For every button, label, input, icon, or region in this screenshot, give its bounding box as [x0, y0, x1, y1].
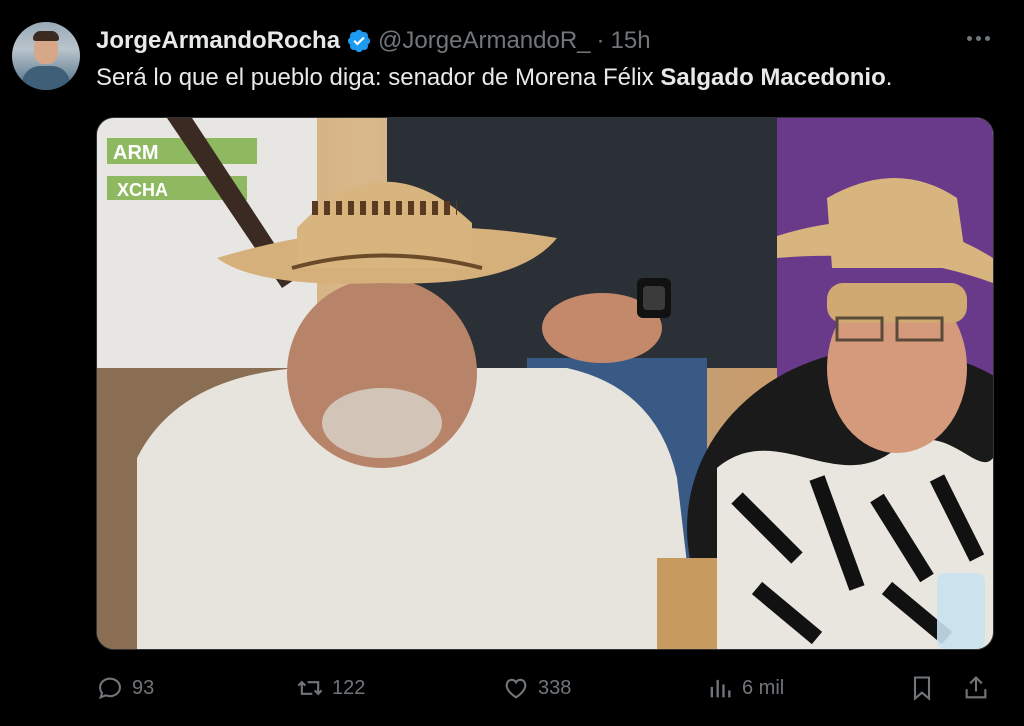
- more-dot: [985, 36, 990, 41]
- bookmark-icon: [913, 676, 931, 701]
- reply-count: 93: [132, 676, 155, 699]
- bookmark-button[interactable]: [908, 668, 936, 708]
- timestamp[interactable]: 15h: [611, 27, 651, 55]
- separator-dot: ·: [596, 27, 605, 54]
- avatar-hair: [33, 31, 59, 41]
- display-name[interactable]: JorgeArmandoRocha: [96, 27, 340, 55]
- share-icon: [965, 676, 987, 699]
- shirt-text-2: XCHA: [117, 180, 168, 200]
- retweet-icon: [297, 680, 323, 696]
- action-bar: 93 122 338 6 mil: [96, 668, 996, 708]
- retweet-button[interactable]: 122: [296, 668, 365, 708]
- share-button[interactable]: [962, 668, 990, 708]
- reply-button[interactable]: 93: [96, 668, 154, 708]
- tweet-text-end: .: [885, 64, 893, 91]
- tweet-card[interactable]: JorgeArmandoRocha @JorgeArmandoR_ · 15h …: [0, 0, 1024, 726]
- like-count: 338: [538, 676, 572, 699]
- handle[interactable]: @JorgeArmandoR_: [378, 27, 590, 55]
- tweet-text: Será lo que el pueblo diga: senador de M…: [96, 64, 892, 92]
- tweet-header: JorgeArmandoRocha @JorgeArmandoR_ · 15h: [96, 26, 651, 56]
- retweet-count: 122: [332, 676, 366, 699]
- avatar-shirt: [22, 66, 70, 90]
- video-frame-illustration: ARM XCHA: [97, 118, 993, 649]
- shirt-text-1: ARM: [113, 142, 159, 164]
- like-button[interactable]: 338: [502, 668, 571, 708]
- views-button[interactable]: 6 mil: [706, 668, 784, 708]
- tweet-text-bold: Salgado Macedonio: [660, 64, 886, 91]
- avatar[interactable]: [12, 22, 80, 90]
- more-options-icon[interactable]: [967, 36, 990, 41]
- reply-icon: [98, 677, 121, 700]
- tweet-text-plain: Será lo que el pueblo diga: senador de M…: [96, 64, 661, 91]
- views-count: 6 mil: [742, 676, 785, 699]
- verified-badge-icon[interactable]: [346, 28, 372, 54]
- more-dot: [967, 36, 972, 41]
- more-dot: [976, 36, 981, 41]
- heart-icon: [505, 678, 527, 699]
- views-chart-icon: [710, 679, 731, 698]
- tweet-video[interactable]: ARM XCHA: [96, 117, 994, 650]
